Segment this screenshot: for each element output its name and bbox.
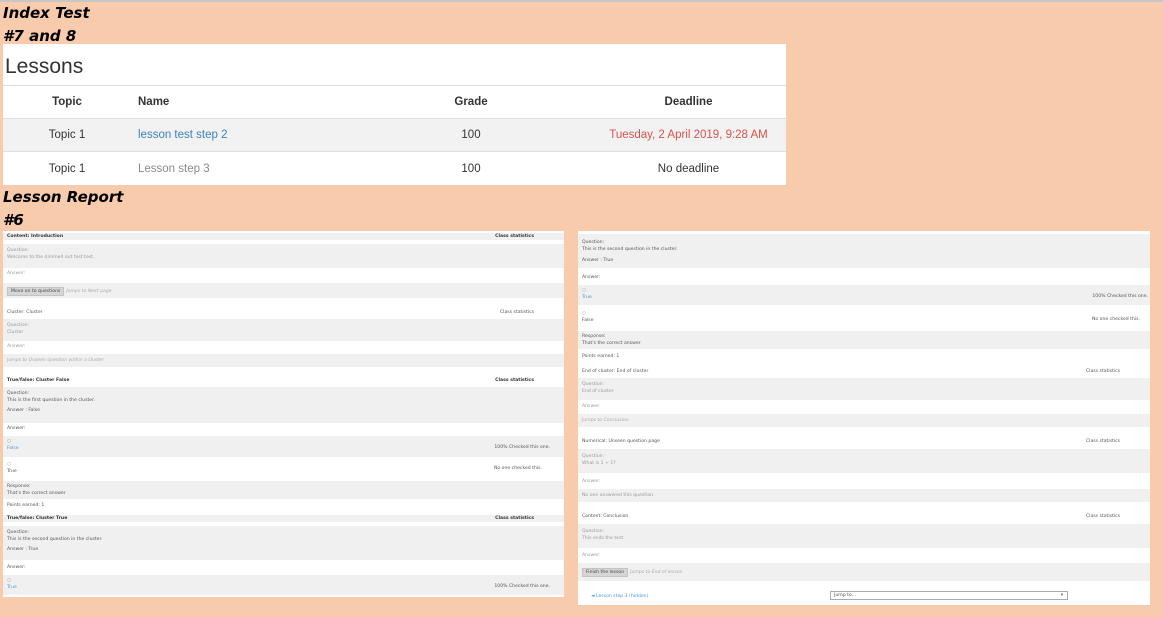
cell-topic: Topic 1 (48, 162, 86, 175)
index-test-heading: Index Test (3, 4, 90, 22)
answer-label: Answer: (7, 565, 26, 570)
page-title: Content: Conclusion Class statistics (582, 514, 1120, 519)
move-on-button[interactable]: Move on to questions (7, 287, 65, 296)
answer-label: Answer: (582, 479, 601, 484)
cell-topic: Topic 1 (48, 129, 86, 141)
answer-option: ○ True 100% Checked this one. (578, 285, 1150, 305)
jump-block: Jumps to Conclusion (578, 414, 1150, 427)
page-title: True/false: Cluster False Class statistic… (7, 378, 534, 383)
col-deadline-header: Deadline (664, 96, 713, 108)
response-block: Response: That's the correct answer (3, 481, 564, 499)
jump-to-select[interactable]: Jump to... ▾ (830, 591, 1068, 600)
response-block: Response: That's the correct answer (578, 331, 1150, 349)
answer-label: Answer: (582, 553, 601, 558)
report-panel-left: Content: Introduction Class statistics Qu… (3, 231, 564, 597)
answer-label: Answer: (582, 275, 601, 280)
table-row: Topic 1 lesson test step 2 100 Tuesday, … (3, 119, 786, 152)
question-block: Question: What is 1 + 1? (578, 449, 1150, 473)
answer-option: ○ False No one checked this. (582, 311, 1140, 323)
cell-grade: 100 (461, 129, 481, 141)
answer-label: Answer: (582, 404, 601, 409)
finish-lesson-button[interactable]: Finish the lesson (582, 568, 629, 577)
answer-label: Answer: (7, 426, 26, 431)
page-title: End of cluster: End of cluster Class stat… (582, 369, 1120, 374)
lessons-table: Lessons Topic Name Grade Deadline Topic … (3, 44, 786, 185)
jump-block: Finish the lesson Jumps to End of lesson (578, 563, 1150, 581)
answer-label: Answer: (7, 344, 26, 349)
page-title: Content: Introduction Class statistics (3, 233, 564, 240)
question-block: Question: This is the first question in … (3, 387, 564, 423)
answer-option: ○ True No one checked this. (7, 462, 542, 474)
lessons-title: Lessons (3, 44, 786, 86)
table-row: Topic 1 Lesson step 3 100 No deadline (3, 152, 786, 185)
cell-deadline: Tuesday, 2 April 2019, 9:28 AM (609, 129, 768, 141)
question-block: Question: This is the second question in… (3, 526, 564, 560)
points-earned: Points earned: 1 (582, 354, 620, 359)
answer-option: ○ True 100% Checked this one. (3, 575, 564, 595)
col-name-header: Name (138, 96, 170, 108)
page-title: Cluster: Cluster Class statistics (7, 310, 534, 315)
jump-block: Move on to questions Jumps to Next page (3, 283, 564, 298)
report-panel-right: Question: This is the second question in… (578, 231, 1150, 605)
lesson-report-heading: Lesson Report (3, 188, 124, 206)
lesson-link-hidden[interactable]: Lesson step 3 (131, 163, 351, 175)
jump-block: Jumps to Unseen question within a cluste… (3, 354, 564, 367)
lessons-header-row: Topic Name Grade Deadline (3, 86, 786, 119)
answer-option: ○ False 100% Checked this one. (3, 436, 564, 457)
question-block: Question: Cluster (3, 319, 564, 341)
question-block: Question: This is the second question in… (578, 234, 1150, 268)
lesson-link[interactable]: lesson test step 2 (131, 129, 351, 141)
points-earned: Points earned: 1 (7, 503, 45, 508)
page-title: Numerical: Unseen question page Class sta… (582, 439, 1120, 444)
cell-grade: 100 (461, 162, 481, 175)
question-block: Question: Welcome to the dimmed out test… (3, 244, 564, 268)
question-block: Question: This ends the test. (578, 524, 1150, 548)
lesson-report-subheading: #6 (3, 211, 24, 229)
top-ruler (0, 0, 1163, 2)
index-test-subheading: #7 and 8 (3, 27, 77, 45)
cell-deadline: No deadline (657, 162, 720, 175)
dropdown-arrow-icon: ▾ (1060, 593, 1063, 598)
no-answer-block: No one answered this question. (578, 489, 1150, 502)
page-title: True/false: Cluster True Class statistics (3, 515, 564, 522)
answer-label: Answer: (7, 271, 26, 276)
col-grade-header: Grade (454, 96, 488, 108)
col-topic-header: Topic (52, 96, 82, 108)
question-block: Question: End of cluster (578, 378, 1150, 400)
